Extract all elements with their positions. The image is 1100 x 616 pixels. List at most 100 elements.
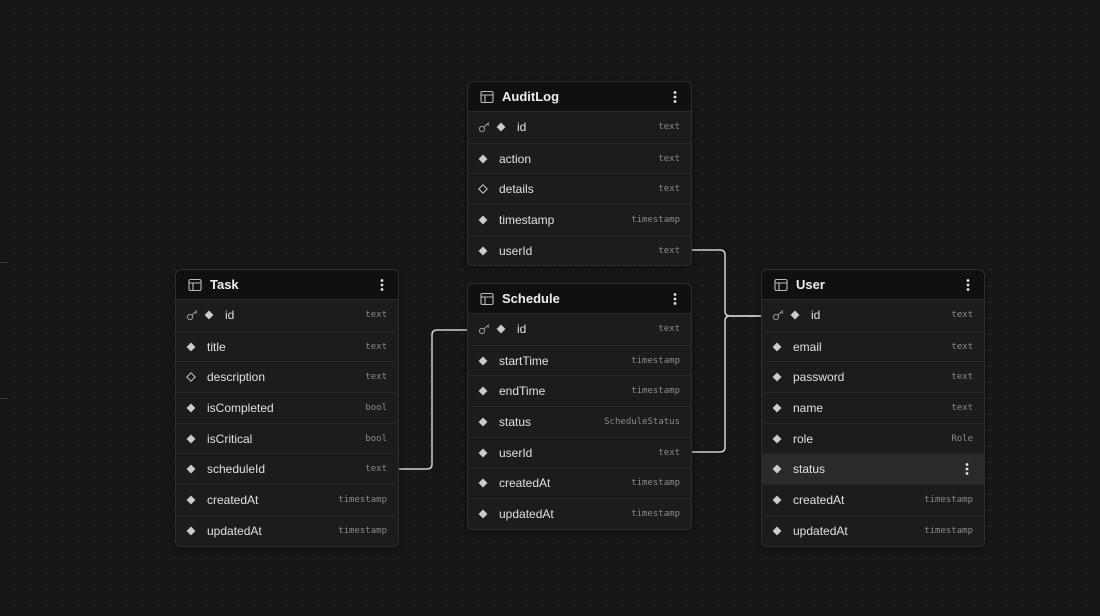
column-row-timestamp[interactable]: timestamp timestamp: [468, 204, 691, 235]
not-null-diamond-icon: [186, 495, 196, 505]
column-row-action[interactable]: action text: [468, 142, 691, 174]
column-name: details: [499, 182, 534, 197]
not-null-diamond-icon: [186, 526, 196, 536]
table-auditlog[interactable]: AuditLog id text action text details text times…: [467, 81, 692, 267]
column-type: text: [951, 310, 973, 321]
column-row-id[interactable]: id text: [176, 300, 398, 331]
table-user[interactable]: User id text email text password text name text r…: [761, 269, 985, 547]
table-header[interactable]: Task: [176, 270, 398, 300]
not-null-diamond-icon: [772, 434, 782, 444]
column-row-id[interactable]: id text: [468, 112, 691, 143]
column-type: ScheduleStatus: [604, 416, 680, 427]
not-null-diamond-icon: [496, 324, 506, 334]
table-icon: [480, 90, 494, 104]
column-row-name[interactable]: name text: [762, 392, 984, 423]
column-row-id[interactable]: id text: [468, 314, 691, 345]
column-type: timestamp: [631, 386, 680, 397]
column-name: createdAt: [793, 492, 845, 507]
table-header[interactable]: Schedule: [468, 284, 691, 314]
not-null-diamond-icon: [496, 122, 506, 132]
column-row-role[interactable]: role Role: [762, 422, 984, 454]
canvas-edge-marker: [0, 398, 8, 399]
column-row-updatedat[interactable]: updatedAt timestamp: [176, 514, 398, 546]
column-row-title[interactable]: title text: [176, 330, 398, 362]
column-name: createdAt: [499, 476, 551, 491]
column-row-updatedat[interactable]: updatedAt timestamp: [762, 514, 984, 546]
table-menu-icon[interactable]: [962, 277, 974, 293]
column-name: scheduleId: [207, 462, 266, 477]
column-type: timestamp: [631, 508, 680, 519]
column-row-endtime[interactable]: endTime timestamp: [468, 375, 691, 406]
table-icon: [774, 278, 788, 292]
column-type: timestamp: [924, 525, 973, 536]
column-row-starttime[interactable]: startTime timestamp: [468, 344, 691, 376]
table-header[interactable]: User: [762, 270, 984, 300]
not-null-diamond-icon: [772, 495, 782, 505]
table-menu-icon[interactable]: [669, 291, 681, 307]
not-null-diamond-icon: [478, 509, 488, 519]
table-menu-icon[interactable]: [669, 89, 681, 105]
column-row-password[interactable]: password text: [762, 361, 984, 392]
key-icon: [186, 309, 200, 321]
column-type: text: [658, 447, 680, 458]
column-row-status[interactable]: status: [762, 453, 984, 485]
column-type: text: [951, 341, 973, 352]
column-type: timestamp: [338, 525, 387, 536]
column-row-createdat[interactable]: createdAt timestamp: [762, 484, 984, 515]
table-title: AuditLog: [502, 89, 560, 104]
column-row-email[interactable]: email text: [762, 330, 984, 362]
relation-line-schedule-user[interactable]: [690, 315, 762, 453]
column-row-description[interactable]: description text: [176, 361, 398, 392]
column-name: name: [793, 400, 824, 415]
column-name: role: [793, 431, 814, 446]
column-row-createdat[interactable]: createdAt timestamp: [176, 484, 398, 515]
not-null-diamond-icon: [204, 310, 214, 320]
not-null-diamond-icon: [478, 478, 488, 488]
column-row-id[interactable]: id text: [762, 300, 984, 331]
not-null-diamond-icon: [186, 434, 196, 444]
column-type: text: [658, 324, 680, 335]
nullable-diamond-icon: [186, 372, 196, 383]
key-icon: [478, 323, 492, 335]
column-row-iscompleted[interactable]: isCompleted bool: [176, 392, 398, 423]
not-null-diamond-icon: [478, 386, 488, 396]
column-row-status[interactable]: status ScheduleStatus: [468, 406, 691, 437]
column-name: userId: [499, 243, 533, 258]
column-row-updatedat[interactable]: updatedAt timestamp: [468, 498, 691, 529]
column-type: timestamp: [631, 214, 680, 225]
table-task[interactable]: Task id text title text description text isComp…: [175, 269, 399, 547]
column-name: timestamp: [499, 212, 555, 227]
not-null-diamond-icon: [772, 403, 782, 413]
column-type: timestamp: [631, 355, 680, 366]
column-type: bool: [365, 433, 387, 444]
column-type: text: [658, 122, 680, 133]
column-row-userid[interactable]: userId text: [468, 436, 691, 468]
relation-line-task-schedule[interactable]: [397, 329, 469, 470]
column-type: timestamp: [631, 478, 680, 489]
diagram-canvas[interactable]: AuditLog id text action text details text times…: [0, 0, 1100, 616]
column-type: text: [658, 245, 680, 256]
column-type: text: [365, 372, 387, 383]
table-title: Task: [210, 277, 239, 292]
column-name: id: [811, 308, 821, 323]
not-null-diamond-icon: [772, 341, 782, 352]
table-schedule[interactable]: Schedule id text startTime timestamp endTime t…: [467, 283, 692, 530]
column-type: timestamp: [924, 494, 973, 505]
column-type: text: [658, 184, 680, 195]
table-menu-icon[interactable]: [376, 277, 388, 293]
column-row-createdat[interactable]: createdAt timestamp: [468, 467, 691, 498]
column-row-iscritical[interactable]: isCritical bool: [176, 422, 398, 454]
column-menu-icon[interactable]: [961, 461, 973, 477]
not-null-diamond-icon: [790, 310, 800, 320]
column-name: status: [793, 462, 826, 477]
column-name: action: [499, 151, 532, 166]
relation-line-auditlog-user[interactable]: [690, 249, 762, 317]
not-null-diamond-icon: [772, 526, 782, 536]
column-row-scheduleid[interactable]: scheduleId text: [176, 453, 398, 484]
column-type: text: [658, 153, 680, 164]
column-row-details[interactable]: details text: [468, 173, 691, 204]
not-null-diamond-icon: [478, 448, 488, 458]
column-row-userid[interactable]: userId text: [468, 234, 691, 266]
table-header[interactable]: AuditLog: [468, 82, 691, 112]
table-icon: [480, 292, 494, 306]
